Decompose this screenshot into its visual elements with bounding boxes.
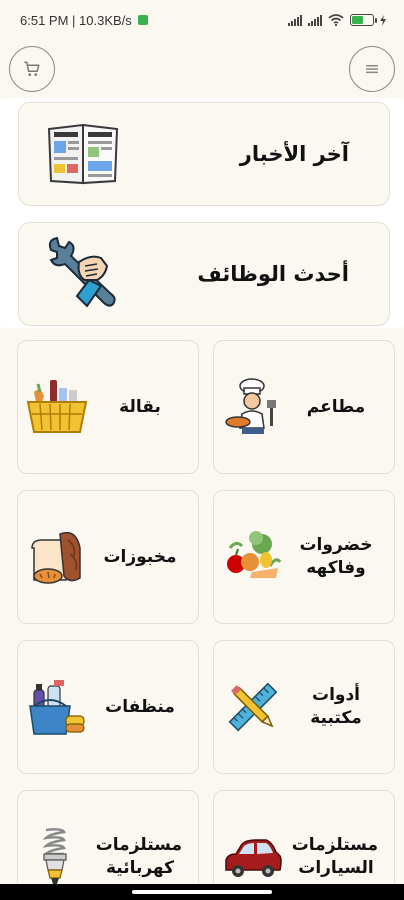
- category-label: مستلزمات كهربائية: [95, 835, 182, 878]
- category-label: بقالة: [119, 396, 161, 417]
- wrench-hand-icon: [48, 236, 116, 308]
- light-bulb-icon: [26, 826, 88, 888]
- category-label: مخبوزات: [103, 546, 177, 567]
- menu-icon: [366, 65, 378, 74]
- grocery-basket-icon: [26, 376, 88, 438]
- status-time: 6:51 PM | 10.3KB/s: [20, 12, 132, 28]
- signal-icon-2: [308, 14, 322, 26]
- category-label: خضروات وفاكهه: [299, 535, 373, 578]
- category-office-supplies[interactable]: أدوات مكتبية: [213, 640, 395, 774]
- charging-icon: [380, 14, 386, 26]
- status-left: 6:51 PM | 10.3KB/s: [20, 13, 148, 28]
- category-label: منظفات: [105, 696, 175, 717]
- chef-icon: [222, 376, 284, 438]
- cleaning-supplies-icon: [26, 676, 88, 738]
- news-title: آخر الأخبار: [239, 142, 349, 166]
- news-card[interactable]: آخر الأخبار: [18, 102, 390, 206]
- battery-icon: [350, 14, 377, 26]
- wifi-icon: [328, 14, 344, 26]
- newspaper-icon: [47, 123, 119, 185]
- vegetables-icon: [222, 526, 284, 588]
- category-cleaners[interactable]: منظفات: [17, 640, 199, 774]
- category-bakery[interactable]: مخبوزات: [17, 490, 199, 624]
- menu-button[interactable]: [349, 46, 395, 92]
- car-icon: [222, 826, 284, 888]
- notification-icon: [137, 15, 148, 25]
- category-grocery[interactable]: بقالة: [17, 340, 199, 474]
- cart-icon: [24, 61, 40, 76]
- ruler-pencil-icon: [222, 676, 284, 738]
- jobs-card[interactable]: أحدث الوظائف: [18, 222, 390, 326]
- bread-icon: [26, 526, 88, 588]
- signal-icon: [288, 14, 302, 26]
- jobs-title: أحدث الوظائف: [197, 262, 349, 286]
- category-label: مستلزمات السيارات: [291, 835, 378, 878]
- category-vegetables-fruits[interactable]: خضروات وفاكهه: [213, 490, 395, 624]
- category-restaurants[interactable]: مطاعم: [213, 340, 395, 474]
- top-bar: [0, 44, 404, 96]
- cart-button[interactable]: [9, 46, 55, 92]
- status-bar: 6:51 PM | 10.3KB/s: [0, 0, 404, 40]
- status-right: [288, 14, 386, 26]
- home-indicator[interactable]: [132, 890, 272, 894]
- category-label: أدوات مكتبية: [310, 685, 362, 728]
- category-label: مطاعم: [306, 396, 366, 417]
